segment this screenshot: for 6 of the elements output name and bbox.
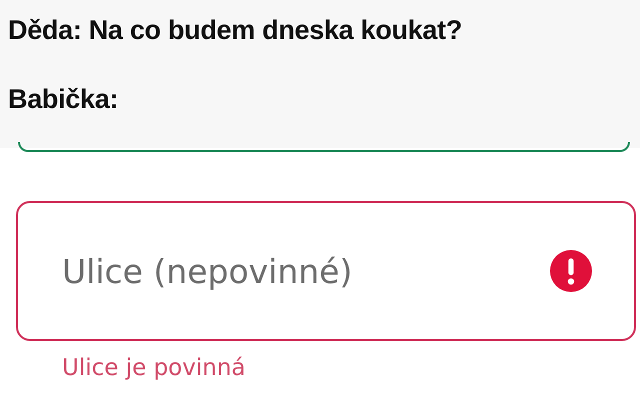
street-field[interactable]: Ulice (nepovinné) — [16, 201, 636, 341]
caption-line: Děda: Na co budem dneska koukat? — [8, 14, 464, 46]
text-field[interactable] — [18, 142, 630, 152]
error-icon — [550, 250, 592, 292]
error-message: Ulice je povinná — [61, 354, 246, 381]
caption-line: Babička: — [8, 83, 120, 115]
